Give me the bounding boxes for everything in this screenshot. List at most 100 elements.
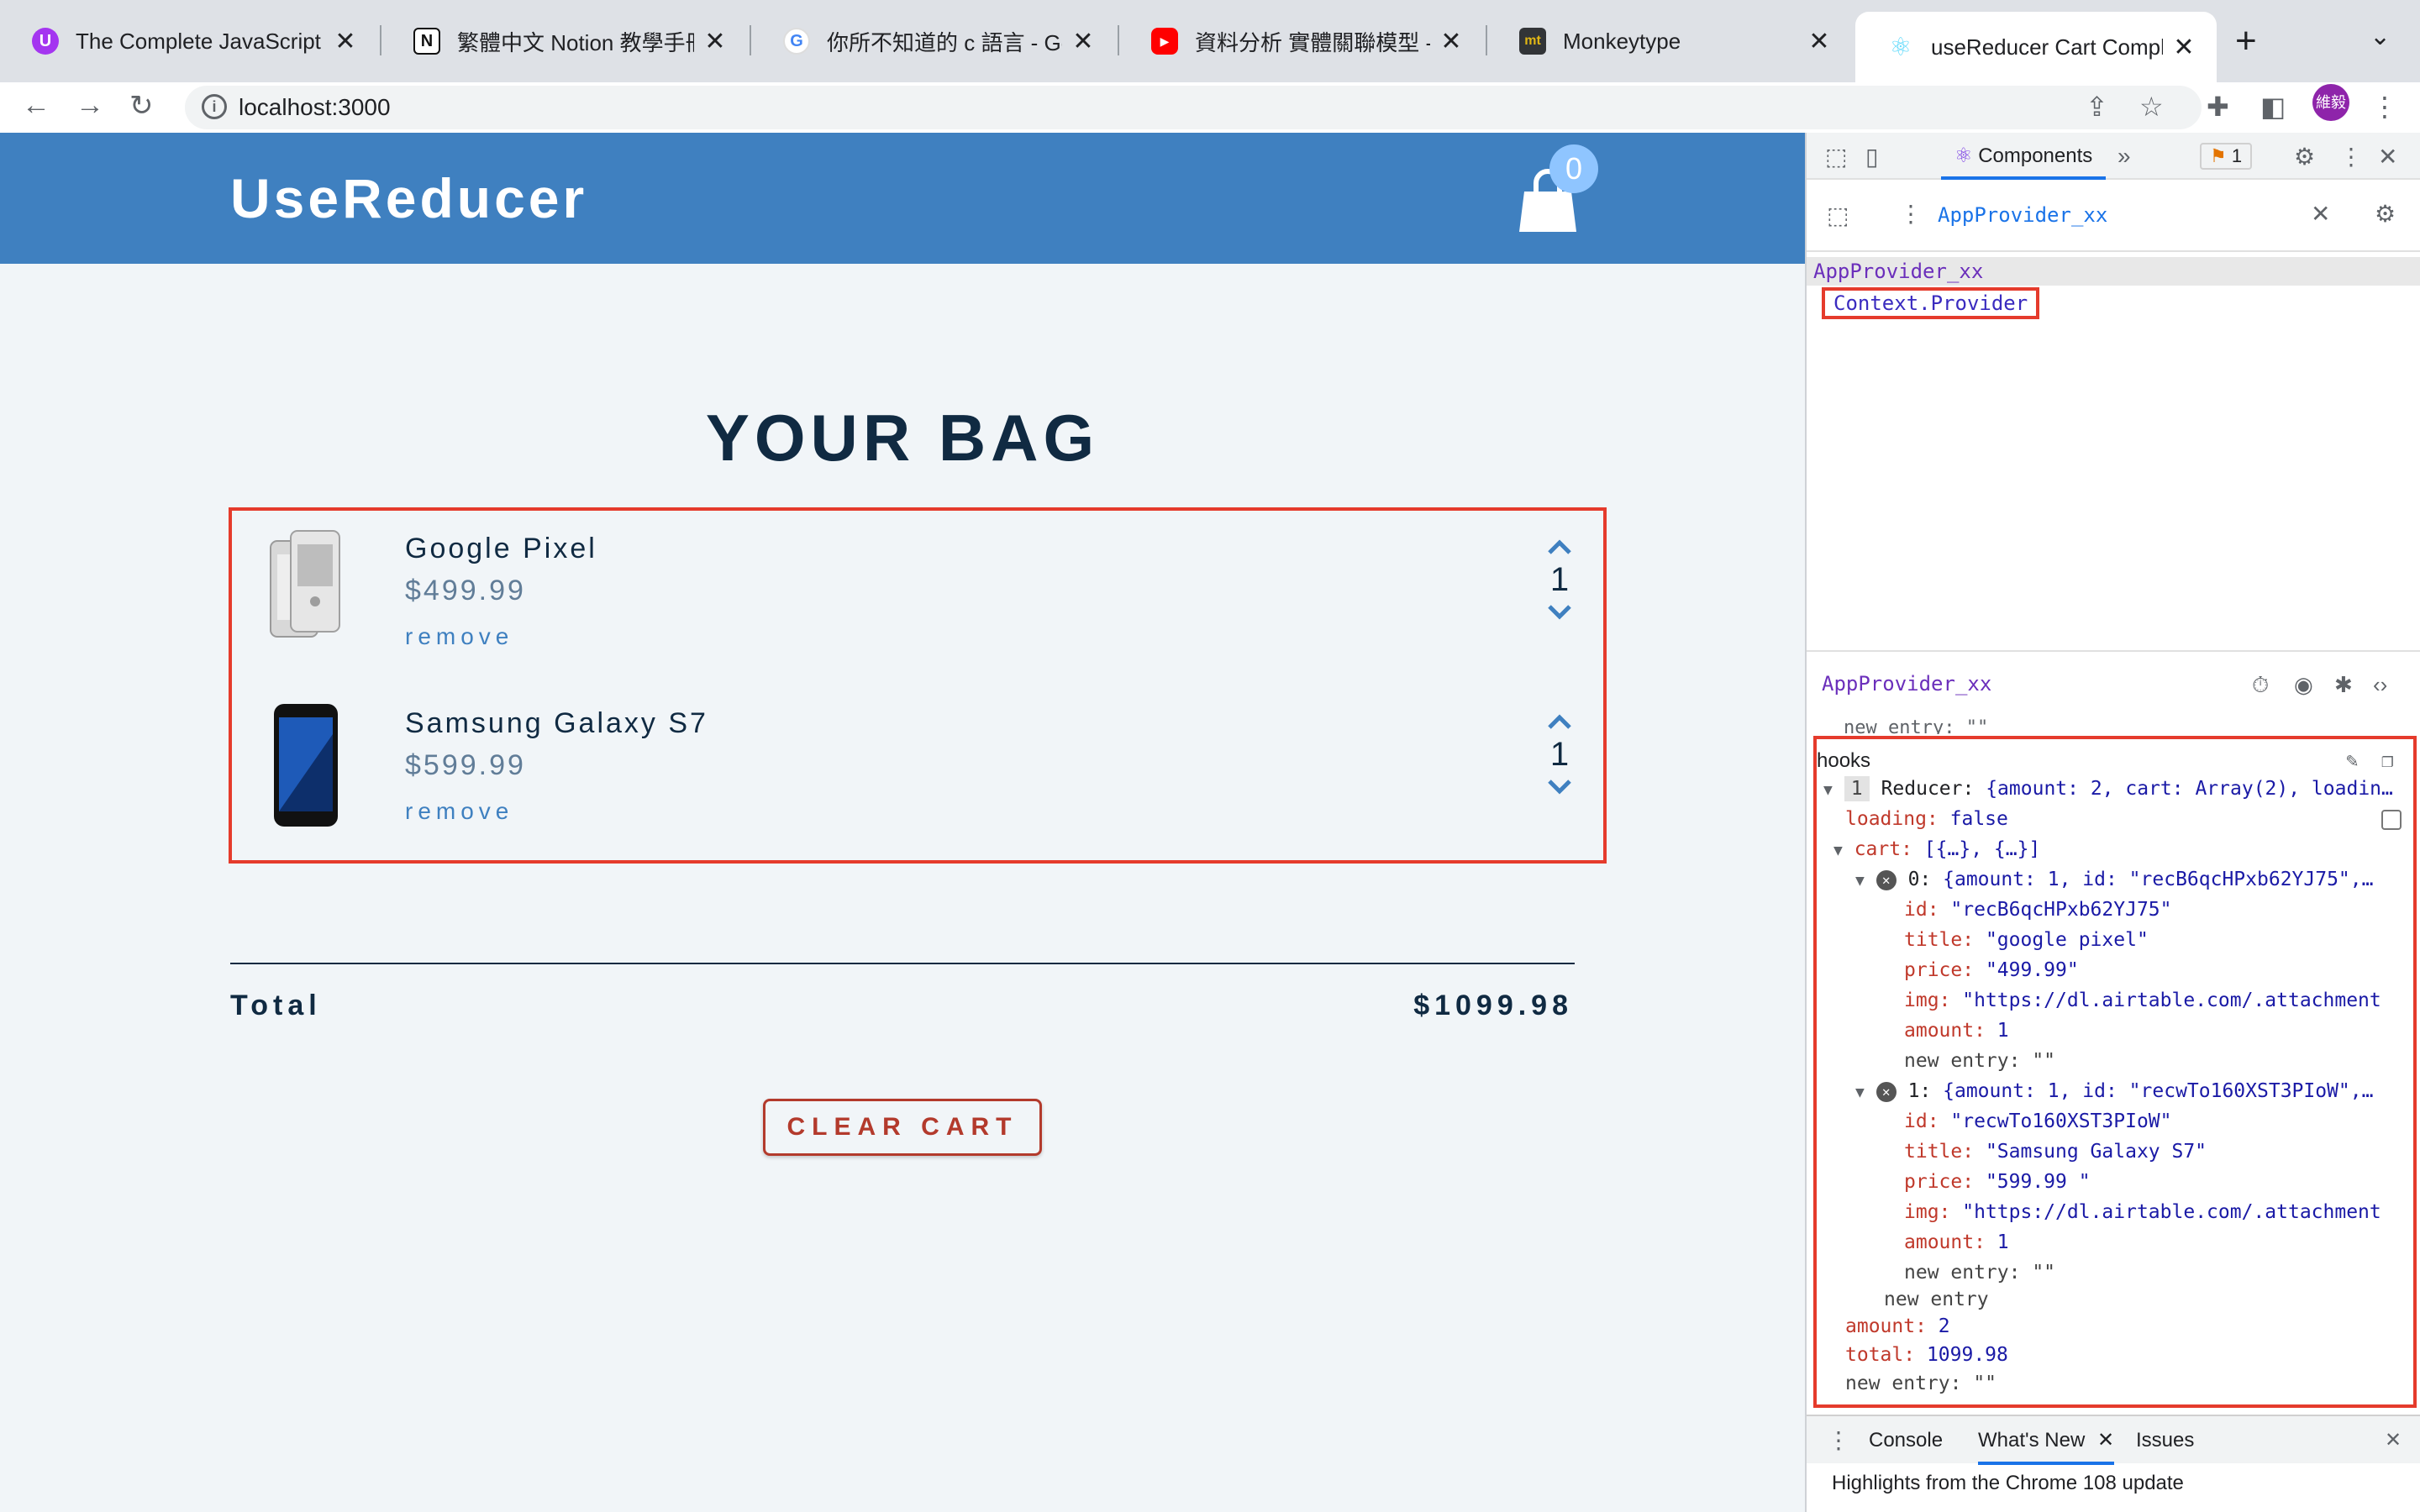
value-id: "recwTo160XST3PIoW": [1950, 1110, 2172, 1132]
key-loading: loading:: [1845, 808, 1939, 830]
owner-menu-icon[interactable]: ⋮: [1899, 200, 1923, 228]
samsung-galaxy-s7-image: [274, 704, 338, 827]
forward-arrow-icon[interactable]: →: [76, 89, 104, 122]
delete-entry-icon[interactable]: ✕: [1876, 869, 1897, 890]
remove-item-button[interactable]: remove: [405, 623, 513, 650]
tab-issues[interactable]: Issues: [2136, 1416, 2194, 1465]
item-0-new-entry-row[interactable]: new entry: "": [1904, 1047, 2055, 1075]
item-title: Samsung Galaxy S7: [405, 707, 708, 739]
close-tab-icon[interactable]: ✕: [1071, 27, 1096, 56]
item-1-amount-row: amount: 1: [1904, 1231, 2009, 1253]
remove-item-button[interactable]: remove: [405, 798, 513, 825]
share-icon[interactable]: ⇪: [2086, 91, 2108, 123]
tab-monkeytype[interactable]: mt Monkeytype ✕: [1487, 12, 1852, 71]
decrease-chevron-down-icon[interactable]: [1543, 774, 1576, 800]
udemy-favicon-icon: U: [32, 28, 59, 55]
profile-avatar[interactable]: 維毅: [2312, 84, 2349, 121]
loading-checkbox[interactable]: [2381, 810, 2402, 830]
site-info-icon[interactable]: i: [202, 94, 227, 119]
tree-node-appprovider[interactable]: AppProvider_xx: [1807, 257, 2420, 286]
hook-new-entry-row[interactable]: new entry: "": [1845, 1369, 1996, 1398]
tab-whats-new[interactable]: What's New ✕: [1978, 1416, 2115, 1465]
item-summary: {amount: 1, id: "recwTo160XST3PIoW",…: [1943, 1080, 2374, 1102]
expand-triangle-icon[interactable]: ▼: [1855, 872, 1865, 890]
selected-component-name: AppProvider_xx: [1822, 672, 1992, 696]
close-tab-icon[interactable]: ✕: [702, 27, 728, 56]
page-heading: YOUR BAG: [705, 401, 1100, 475]
devtools-menu-icon[interactable]: ⋮: [2339, 143, 2363, 171]
item-1-new-entry-row[interactable]: new entry: "": [1904, 1258, 2055, 1287]
close-drawer-icon[interactable]: ✕: [2385, 1416, 2402, 1465]
expand-triangle-icon[interactable]: ▼: [1833, 842, 1843, 859]
item-summary: {amount: 1, id: "recB6qcHPxb62YJ75",…: [1943, 869, 2374, 890]
close-tab-icon[interactable]: ✕: [2171, 33, 2196, 62]
bug-icon[interactable]: ✱: [2334, 672, 2353, 698]
increase-chevron-up-icon[interactable]: [1543, 534, 1576, 559]
expand-triangle-icon[interactable]: ▼: [1823, 781, 1833, 799]
tab-console[interactable]: Console: [1869, 1416, 1943, 1465]
cart-new-entry-row[interactable]: new entry: [1884, 1285, 1989, 1314]
value-img: "https://dl.airtable.com/.attachment: [1962, 990, 2381, 1011]
cart-item-0-row[interactable]: ▼ ✕ 0: {amount: 1, id: "recB6qcHPxb62YJ7…: [1855, 865, 2373, 894]
hook-summary: {amount: 2, cart: Array(2), loadin…: [1986, 778, 2393, 800]
tab-usereducer-cart[interactable]: ⚛ useReducer Cart Complete ✕: [1855, 12, 2217, 82]
address-bar[interactable]: i localhost:3000: [185, 86, 2202, 129]
stopwatch-icon[interactable]: ⏱: [2252, 672, 2269, 699]
close-tab-icon[interactable]: ✕: [1439, 27, 1464, 56]
hook-index: 1: [1844, 776, 1870, 801]
tab-search-chevron-icon[interactable]: ⌄: [2370, 22, 2391, 51]
drawer-menu-icon[interactable]: ⋮: [1827, 1416, 1850, 1465]
devtools-tab-bar: ⬚ ▯ ⚛ Components » ⚑ 1 ⚙ ⋮ ✕: [1807, 133, 2420, 180]
item-0-amount-row: amount: 1: [1904, 1020, 2009, 1042]
expand-triangle-icon[interactable]: ▼: [1855, 1084, 1865, 1101]
more-tabs-chevron-icon[interactable]: »: [2118, 143, 2131, 170]
hook-reducer-row[interactable]: ▼ 1 Reducer: {amount: 2, cart: Array(2),…: [1823, 774, 2393, 803]
react-components-icon: ⚛: [1954, 144, 1973, 167]
copy-icon[interactable]: ❐: [2381, 746, 2393, 774]
youtube-favicon-icon: ▶: [1151, 28, 1178, 55]
component-search-input[interactable]: AppProvider_xx: [1938, 203, 2107, 227]
close-tab-icon[interactable]: ✕: [333, 27, 358, 56]
eye-icon[interactable]: ◉: [2294, 672, 2313, 698]
tab-youtube[interactable]: ▶ 資料分析 實體關聯模型 -3 sc ✕: [1119, 12, 1484, 71]
side-panel-icon[interactable]: ◧: [2260, 91, 2286, 123]
hooks-panel: hooks ✎ ❐ ▼ 1 Reducer: {amount: 2, cart:…: [1813, 736, 2417, 1408]
reload-icon[interactable]: ↻: [129, 89, 154, 123]
decrease-chevron-down-icon[interactable]: [1543, 600, 1576, 625]
tab-notion[interactable]: N 繁體中文 Notion 教學手冊 ( ✕: [381, 12, 748, 71]
browser-menu-icon[interactable]: ⋮: [2371, 91, 2398, 123]
tab-components[interactable]: ⚛ Components: [1941, 133, 2107, 180]
increase-chevron-up-icon[interactable]: [1543, 709, 1576, 734]
device-toolbar-icon[interactable]: ▯: [1865, 143, 1878, 171]
app-navbar: UseReducer 0: [0, 133, 1805, 264]
magic-wand-icon[interactable]: ✎: [2346, 746, 2358, 774]
view-source-icon[interactable]: ‹›: [2373, 672, 2387, 698]
tab-google[interactable]: G 你所不知道的 c 語言 - Goog ✕: [751, 12, 1116, 71]
close-tab-icon[interactable]: ✕: [2097, 1429, 2114, 1452]
cart-item-1-row[interactable]: ▼ ✕ 1: {amount: 1, id: "recwTo160XST3PIo…: [1855, 1077, 2373, 1105]
react-favicon-icon: ⚛: [1889, 33, 1912, 61]
bookmark-star-icon[interactable]: ☆: [2139, 91, 2164, 123]
hook-total-row: total: 1099.98: [1845, 1344, 2008, 1366]
tab-title: 資料分析 實體關聯模型 -3 sc: [1195, 29, 1430, 55]
close-devtools-icon[interactable]: ✕: [2378, 143, 2397, 171]
close-tab-icon[interactable]: ✕: [1807, 27, 1832, 56]
tree-node-context-provider[interactable]: Context.Provider: [1822, 287, 2040, 319]
extensions-puzzle-icon[interactable]: ✚: [2207, 91, 2229, 123]
react-settings-gear-icon[interactable]: ⚙: [2375, 200, 2396, 228]
hook-loading-row: loading: false: [1845, 805, 2008, 833]
value-amount: 1: [1996, 1231, 2009, 1253]
total-value: $1099.98: [1413, 990, 1573, 1021]
hook-cart-row[interactable]: ▼ cart: [{…}, {…}]: [1833, 835, 2040, 864]
inspect-element-icon[interactable]: ⬚: [1825, 143, 1847, 171]
issues-warning-badge[interactable]: ⚑ 1: [2200, 143, 2253, 170]
tab-udemy[interactable]: U The Complete JavaScript C ✕: [0, 12, 378, 71]
new-tab-plus-icon[interactable]: +: [2235, 20, 2257, 62]
delete-entry-icon[interactable]: ✕: [1876, 1081, 1897, 1102]
select-element-icon[interactable]: ⬚: [1827, 202, 1849, 229]
warning-count: 1: [2231, 145, 2243, 166]
clear-search-icon[interactable]: ✕: [2311, 200, 2330, 228]
back-arrow-icon[interactable]: ←: [22, 89, 50, 122]
clear-cart-button[interactable]: CLEAR CART: [763, 1099, 1042, 1156]
settings-gear-icon[interactable]: ⚙: [2294, 143, 2315, 171]
